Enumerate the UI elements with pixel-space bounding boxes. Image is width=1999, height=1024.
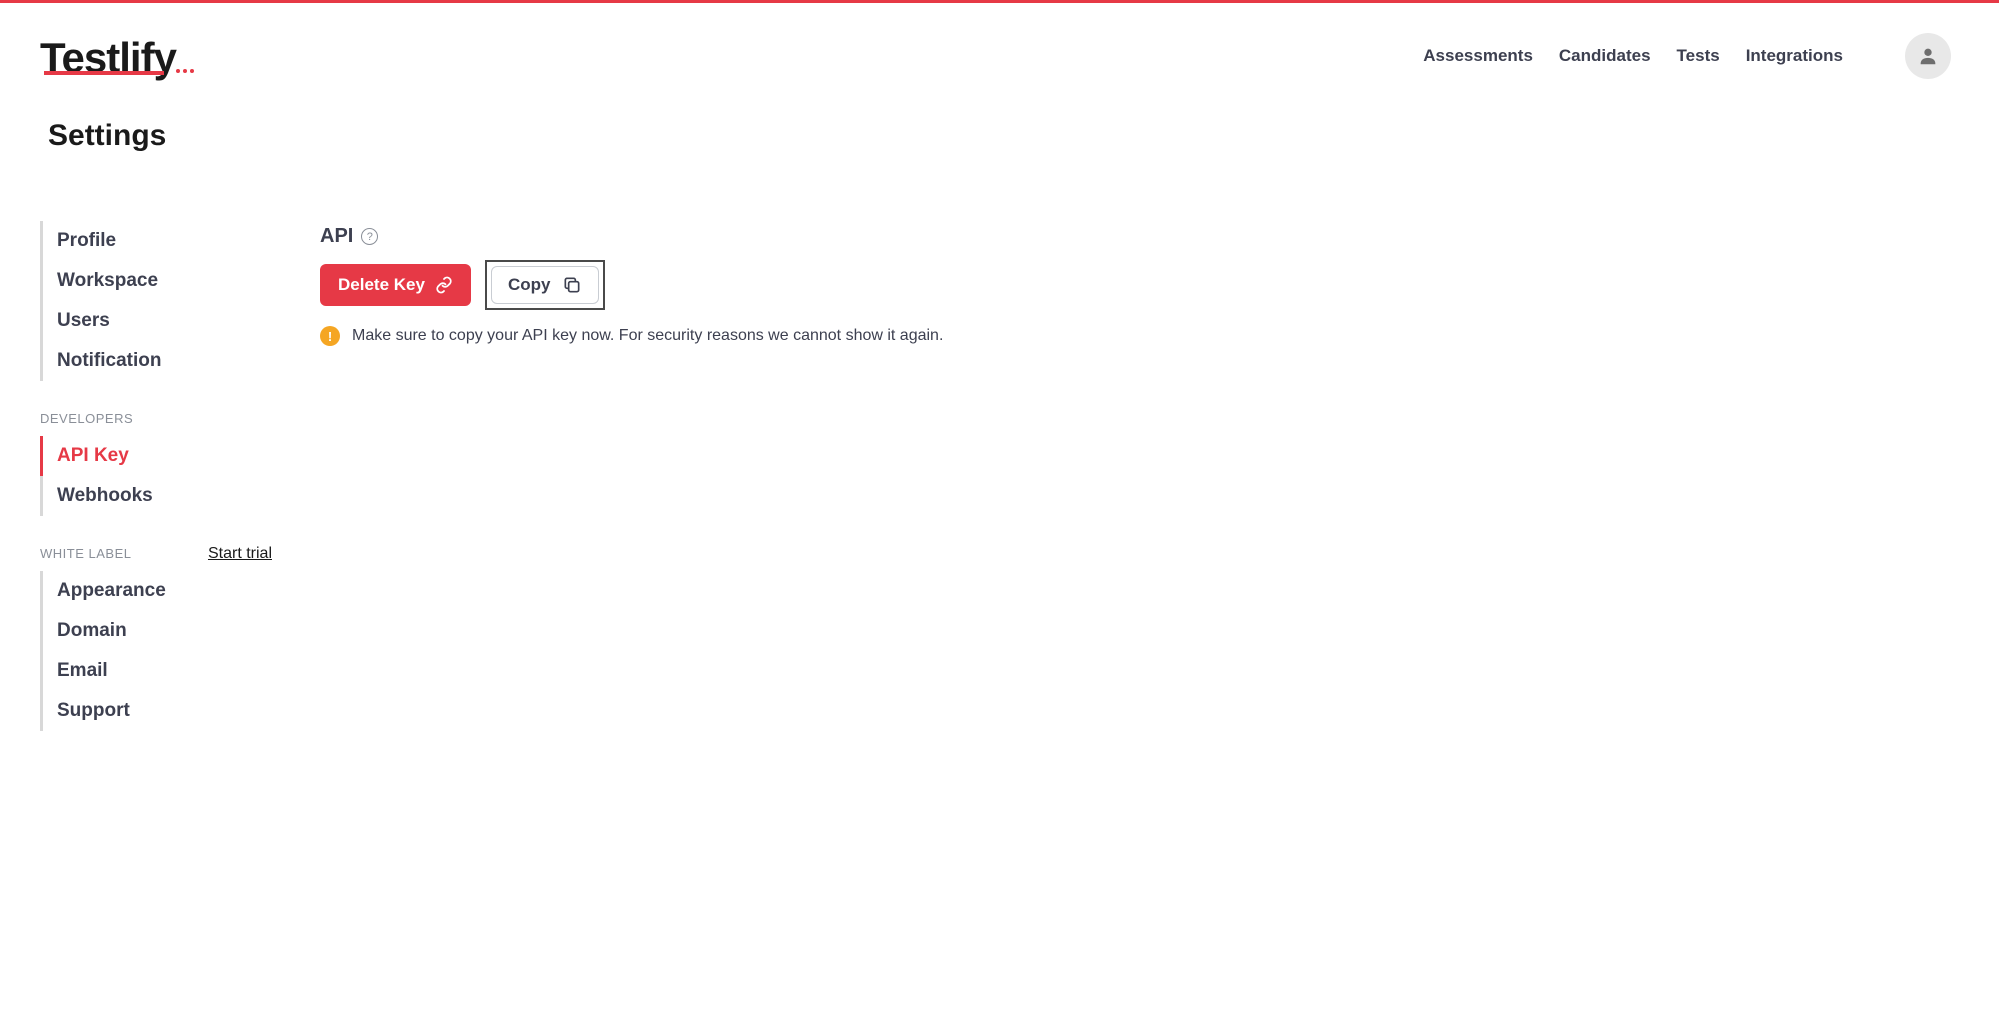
- sidebar-item-users[interactable]: Users: [40, 301, 280, 341]
- header: Testlify Assessments Candidates Tests In…: [0, 3, 1999, 99]
- start-trial-link[interactable]: Start trial: [208, 545, 272, 563]
- logo-underline: [44, 71, 164, 75]
- sidebar-group-developers: API Key Webhooks: [40, 436, 280, 516]
- link-icon: [435, 276, 453, 294]
- copy-button-highlight: Copy: [485, 260, 606, 310]
- warning-icon: !: [320, 326, 340, 346]
- avatar[interactable]: [1905, 33, 1951, 79]
- content-api-key: API ? Delete Key Copy: [320, 221, 1959, 749]
- api-heading-text: API: [320, 225, 353, 248]
- copy-icon: [562, 275, 582, 295]
- sidebar-item-appearance[interactable]: Appearance: [40, 571, 280, 611]
- page-title: Settings: [48, 119, 1999, 153]
- sidebar-item-domain[interactable]: Domain: [40, 611, 280, 651]
- logo[interactable]: Testlify: [40, 37, 176, 75]
- nav-tests[interactable]: Tests: [1677, 46, 1720, 66]
- sidebar-item-api-key[interactable]: API Key: [40, 436, 280, 476]
- sidebar-item-workspace[interactable]: Workspace: [40, 261, 280, 301]
- header-right: Assessments Candidates Tests Integration…: [1423, 33, 1951, 79]
- api-heading: API ?: [320, 225, 1959, 248]
- sidebar-group-white-label: Appearance Domain Email Support: [40, 571, 280, 731]
- copy-button[interactable]: Copy: [491, 266, 600, 304]
- sidebar-section-white-label: WHITE LABEL: [40, 534, 131, 571]
- sidebar-section-developers: DEVELOPERS: [40, 399, 280, 436]
- sidebar-item-support[interactable]: Support: [40, 691, 280, 731]
- sidebar-group-account: Profile Workspace Users Notification: [40, 221, 280, 381]
- delete-key-button[interactable]: Delete Key: [320, 264, 471, 306]
- nav-candidates[interactable]: Candidates: [1559, 46, 1651, 66]
- api-warning-text: Make sure to copy your API key now. For …: [352, 327, 943, 345]
- api-button-row: Delete Key Copy: [320, 260, 1959, 310]
- user-icon: [1917, 45, 1939, 67]
- sidebar-item-notification[interactable]: Notification: [40, 341, 280, 381]
- sidebar-item-email[interactable]: Email: [40, 651, 280, 691]
- help-icon[interactable]: ?: [361, 228, 378, 245]
- copy-label: Copy: [508, 275, 551, 295]
- nav-integrations[interactable]: Integrations: [1746, 46, 1843, 66]
- delete-key-label: Delete Key: [338, 275, 425, 295]
- settings-sidebar: Profile Workspace Users Notification DEV…: [40, 221, 280, 749]
- top-nav: Assessments Candidates Tests Integration…: [1423, 46, 1843, 66]
- api-warning-row: ! Make sure to copy your API key now. Fo…: [320, 326, 1959, 346]
- sidebar-item-profile[interactable]: Profile: [40, 221, 280, 261]
- main: Profile Workspace Users Notification DEV…: [0, 201, 1999, 769]
- nav-assessments[interactable]: Assessments: [1423, 46, 1533, 66]
- sidebar-item-webhooks[interactable]: Webhooks: [40, 476, 280, 516]
